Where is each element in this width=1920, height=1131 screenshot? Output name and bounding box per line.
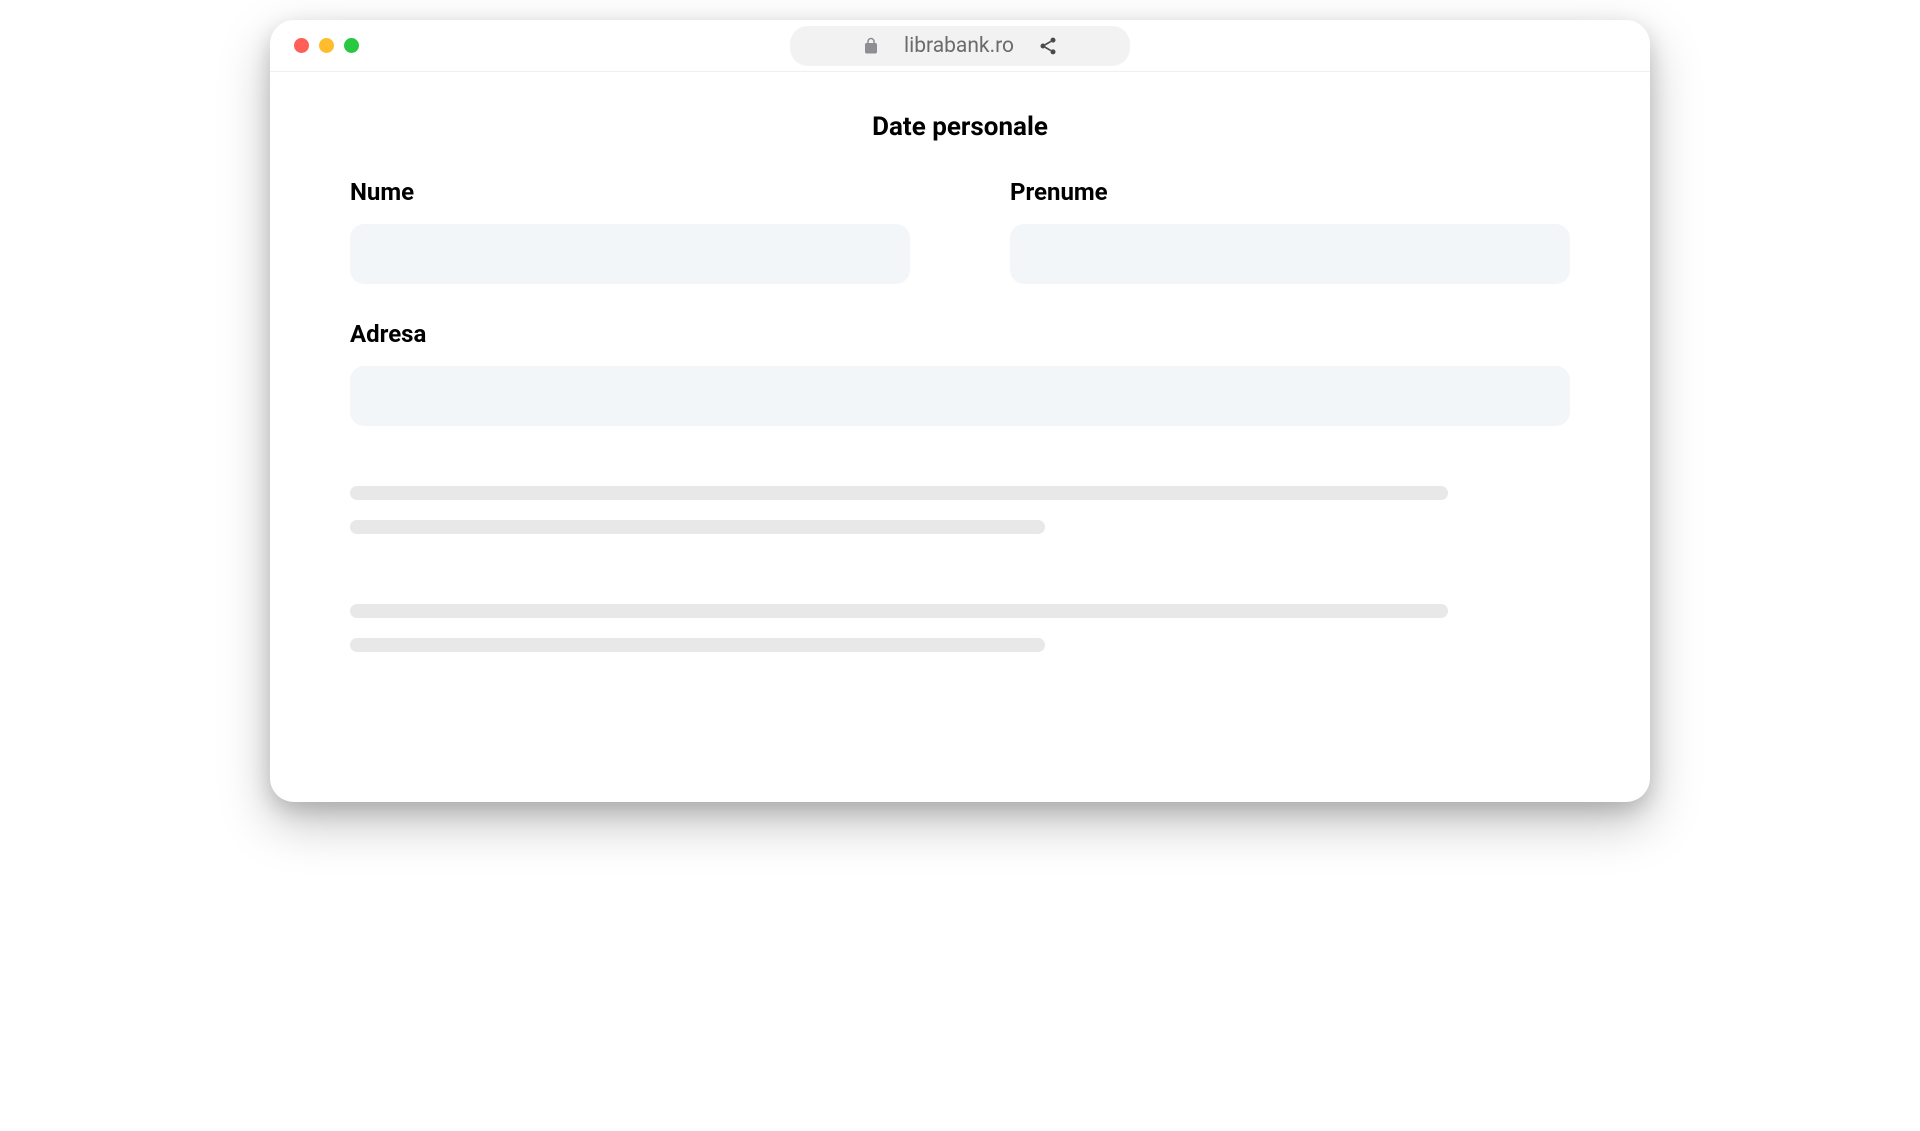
- adresa-label: Adresa: [350, 320, 1570, 348]
- placeholder-group-2: [350, 604, 1570, 652]
- close-window-button[interactable]: [294, 38, 309, 53]
- form-row-name: Nume Prenume: [350, 178, 1570, 284]
- page-title: Date personale: [350, 112, 1570, 142]
- placeholder-group-1: [350, 486, 1570, 534]
- browser-chrome: librabank.ro: [270, 20, 1650, 72]
- placeholder-line: [350, 520, 1045, 534]
- nume-input[interactable]: [350, 224, 910, 284]
- adresa-input[interactable]: [350, 366, 1570, 426]
- placeholder-line: [350, 638, 1045, 652]
- form-field-adresa: Adresa: [350, 320, 1570, 426]
- placeholder-line: [350, 486, 1448, 500]
- placeholder-line: [350, 604, 1448, 618]
- form-field-nume: Nume: [350, 178, 910, 284]
- maximize-window-button[interactable]: [344, 38, 359, 53]
- page-content: Date personale Nume Prenume Adresa: [270, 72, 1650, 802]
- nume-label: Nume: [350, 178, 910, 206]
- minimize-window-button[interactable]: [319, 38, 334, 53]
- browser-window: librabank.ro Date personale Nume Prenume: [270, 20, 1650, 802]
- url-text: librabank.ro: [904, 34, 1014, 58]
- placeholder-section: [350, 486, 1570, 652]
- prenume-input[interactable]: [1010, 224, 1570, 284]
- address-bar[interactable]: librabank.ro: [790, 26, 1130, 66]
- traffic-lights: [294, 38, 359, 53]
- prenume-label: Prenume: [1010, 178, 1570, 206]
- form-field-prenume: Prenume: [1010, 178, 1570, 284]
- lock-icon: [862, 37, 880, 55]
- share-icon[interactable]: [1038, 36, 1058, 56]
